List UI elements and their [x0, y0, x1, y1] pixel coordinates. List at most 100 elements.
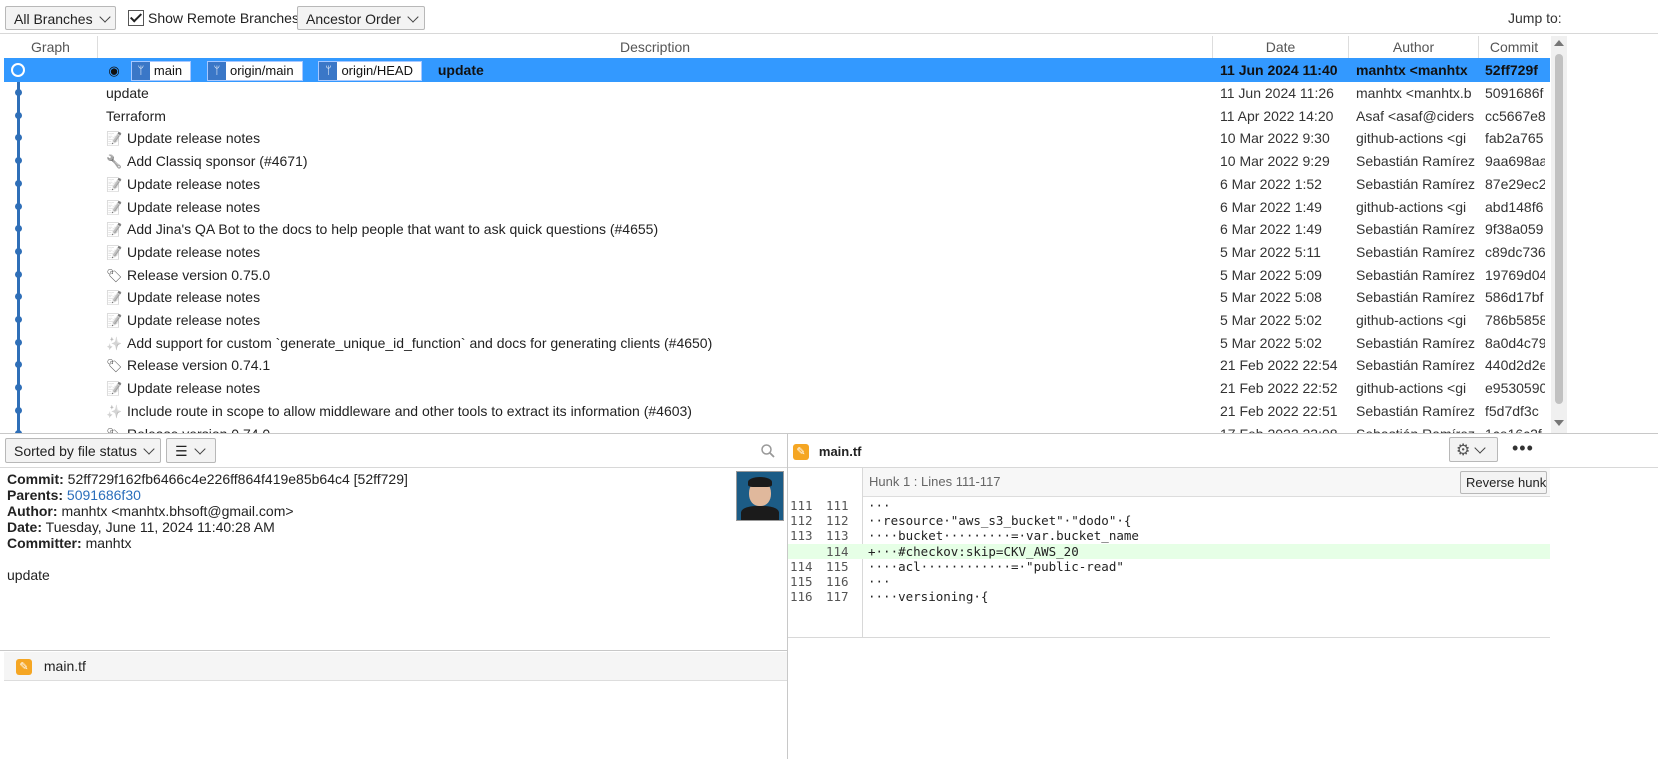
new-line-number: 113 [826, 528, 849, 544]
scroll-down-arrow-icon[interactable] [1554, 420, 1564, 426]
commit-list[interactable]: ◉ ᛘ main ᛘ origin/main ᛘ origin/HEAD update… [0, 58, 1550, 433]
commit-row-selected[interactable]: ◉ ᛘ main ᛘ origin/main ᛘ origin/HEAD update… [4, 58, 1550, 82]
commit-date: 5 Mar 2022 5:02 [1220, 334, 1322, 351]
branch-icon: ᛘ [207, 62, 226, 81]
diff-line[interactable]: 111 111 ··· [788, 498, 1550, 513]
column-author[interactable]: Author [1349, 36, 1479, 59]
commit-description: ✨ Include route in scope to allow middlew… [106, 399, 1206, 423]
diff-line[interactable]: 114 115 ····acl············=·"public-read" [788, 559, 1550, 574]
commit-row[interactable]: Terraform 11 Apr 2022 14:20 Asaf <asaf@cid… [4, 104, 1550, 128]
sparkle-icon: ✨ [106, 335, 123, 351]
edit-notes-icon: 📝 [106, 176, 123, 192]
chevron-down-icon [98, 11, 111, 23]
commit-row[interactable]: update 11 Jun 2024 11:26 manhtx <manhtx.b 5… [4, 81, 1550, 105]
column-date[interactable]: Date [1213, 36, 1349, 59]
tag-icon: 🏷 [106, 267, 123, 283]
commit-description: 🔧 Add Classiq sponsor (#4671) [106, 149, 1206, 173]
commit-description: 📝 Update release notes [106, 376, 1206, 400]
commit-author: github-actions <gi [1356, 198, 1467, 215]
commit-hash: 786b5858 [1485, 312, 1545, 328]
scrollbar-thumb[interactable] [1555, 54, 1563, 404]
commit-hash: 9aa698aa [1485, 153, 1545, 170]
file-item[interactable]: ✎ main.tf [16, 657, 86, 676]
sort-dropdown[interactable]: Sorted by file status [5, 438, 161, 463]
commit-hash: 52ff729f [1485, 62, 1538, 78]
commit-date: 5 Mar 2022 5:09 [1220, 266, 1322, 283]
commit-id-label: Commit: [7, 471, 64, 487]
reverse-hunk-button[interactable]: Reverse hunk [1460, 471, 1547, 494]
search-icon[interactable] [760, 443, 776, 462]
commit-author: Sebastián Ramírez [1356, 289, 1476, 306]
commit-row[interactable]: 📝 Update release notes 21 Feb 2022 22:52 gi… [4, 376, 1550, 400]
commit-row[interactable]: 📝 Update release notes 6 Mar 2022 1:49 gith… [4, 195, 1550, 219]
graph-node-icon [15, 338, 22, 346]
graph-node-current-icon [11, 63, 25, 77]
column-commit[interactable]: Commit [1479, 36, 1549, 59]
show-remote-checkbox[interactable]: Show Remote Branches [128, 9, 299, 27]
commit-row[interactable]: ✨ Add support for custom `generate_unique… [4, 331, 1550, 355]
commit-row[interactable]: 📝 Update release notes 6 Mar 2022 1:52 Seba… [4, 172, 1550, 196]
commit-row[interactable]: ✨ Include route in scope to allow middlew… [4, 399, 1550, 423]
commit-hash: fab2a765 [1485, 130, 1544, 147]
commit-details: Commit: 52ff729f162fb6466c4e226ff864f419… [7, 471, 727, 583]
commit-description: 📝 Add Jina's QA Bot to the docs to help p… [106, 217, 1206, 241]
commit-hash: 8a0d4c79 [1485, 334, 1545, 351]
diff-line[interactable]: 113 113 ····bucket·········=·var.bucket_na… [788, 528, 1550, 543]
commit-message: Update release notes [127, 198, 261, 215]
commit-date: 21 Feb 2022 22:54 [1220, 357, 1338, 374]
commit-message: update [106, 85, 149, 101]
diff-line[interactable]: 116 117 ····versioning·{ [788, 589, 1550, 604]
new-line-number: 112 [826, 513, 849, 529]
branch-icon: ᛘ [131, 62, 150, 81]
parents-link[interactable]: 5091686f30 [67, 487, 141, 503]
branch-tag-origin-main[interactable]: ᛘ origin/main [206, 61, 303, 82]
commit-row[interactable]: 📝 Update release notes 5 Mar 2022 5:11 Seba… [4, 240, 1550, 264]
commit-date: 6 Mar 2022 1:52 [1220, 175, 1322, 192]
commit-row[interactable]: 📝 Add Jina's QA Bot to the docs to help p… [4, 217, 1550, 241]
commit-id-value[interactable]: 52ff729f162fb6466c4e226ff864f419e85b64c4… [68, 471, 408, 487]
commit-author: github-actions <gi [1356, 130, 1467, 147]
commit-list-scrollbar[interactable] [1551, 36, 1567, 433]
commit-row[interactable]: 📝 Update release notes 5 Mar 2022 5:08 Seba… [4, 285, 1550, 309]
commit-hash: 440d2d2e [1485, 357, 1545, 374]
commit-date: 5 Mar 2022 5:02 [1220, 312, 1322, 328]
branch-tag-main[interactable]: ᛘ main [130, 61, 192, 82]
order-dropdown[interactable]: Ancestor Order [297, 6, 425, 30]
column-description[interactable]: Description [98, 36, 1213, 59]
commit-author: Sebastián Ramírez [1356, 357, 1476, 374]
commit-author: manhtx <manhtx.b [1356, 85, 1472, 101]
diff-line-added[interactable]: 114 +···#checkov:skip=CKV_AWS_20 [788, 543, 1550, 559]
commit-row[interactable]: 📝 Update release notes 5 Mar 2022 5:02 gith… [4, 308, 1550, 332]
commit-row[interactable]: 🏷 Release version 0.75.0 5 Mar 2022 5:09 Se… [4, 263, 1550, 287]
date-value: Tuesday, June 11, 2024 11:40:28 AM [45, 519, 275, 535]
diff-line[interactable]: 112 112 ··resource·"aws_s3_bucket"·"dodo"·… [788, 513, 1550, 528]
pane-divider[interactable] [0, 433, 1658, 434]
branch-tag-origin-head[interactable]: ᛘ origin/HEAD [318, 61, 422, 82]
branches-dropdown[interactable]: All Branches [5, 6, 116, 30]
scroll-up-arrow-icon[interactable] [1554, 40, 1564, 46]
date-line: Date: Tuesday, June 11, 2024 11:40:28 AM [7, 519, 727, 535]
file-list [4, 652, 787, 681]
new-line-number: 116 [826, 574, 849, 589]
edit-notes-icon: 📝 [106, 290, 123, 306]
edit-notes-icon: 📝 [106, 222, 123, 238]
column-graph[interactable]: Graph [4, 36, 98, 59]
diff-line[interactable]: 115 116 ··· [788, 574, 1550, 589]
graph-node-icon [15, 270, 22, 278]
commit-date: 5 Mar 2022 5:08 [1220, 289, 1322, 306]
commit-hash: cc5667e8 [1485, 107, 1545, 124]
commit-row[interactable]: 🏷 Release version 0.74.1 21 Feb 2022 22:54… [4, 353, 1550, 377]
sort-label: Sorted by file status [14, 443, 137, 459]
commit-row[interactable]: 🔧 Add Classiq sponsor (#4671) 10 Mar 2022 … [4, 149, 1550, 173]
more-options-icon[interactable]: ••• [1512, 438, 1534, 459]
commit-date: 21 Feb 2022 22:51 [1220, 402, 1338, 419]
commit-hash: c89dc736 [1485, 243, 1545, 260]
branches-label: All Branches [14, 11, 93, 27]
commit-author: Sebastián Ramírez [1356, 402, 1476, 419]
committer-label: Committer: [7, 535, 82, 551]
commit-row[interactable]: 📝 Update release notes 10 Mar 2022 9:30 git… [4, 126, 1550, 150]
view-mode-dropdown[interactable]: ☰ [166, 438, 216, 463]
settings-dropdown[interactable]: ⚙ [1449, 437, 1498, 462]
commit-author: manhtx <manhtx [1356, 62, 1468, 78]
commit-row[interactable]: 🏷 Release version 0.74.0 17 Feb 2022 23:08… [4, 422, 1550, 433]
